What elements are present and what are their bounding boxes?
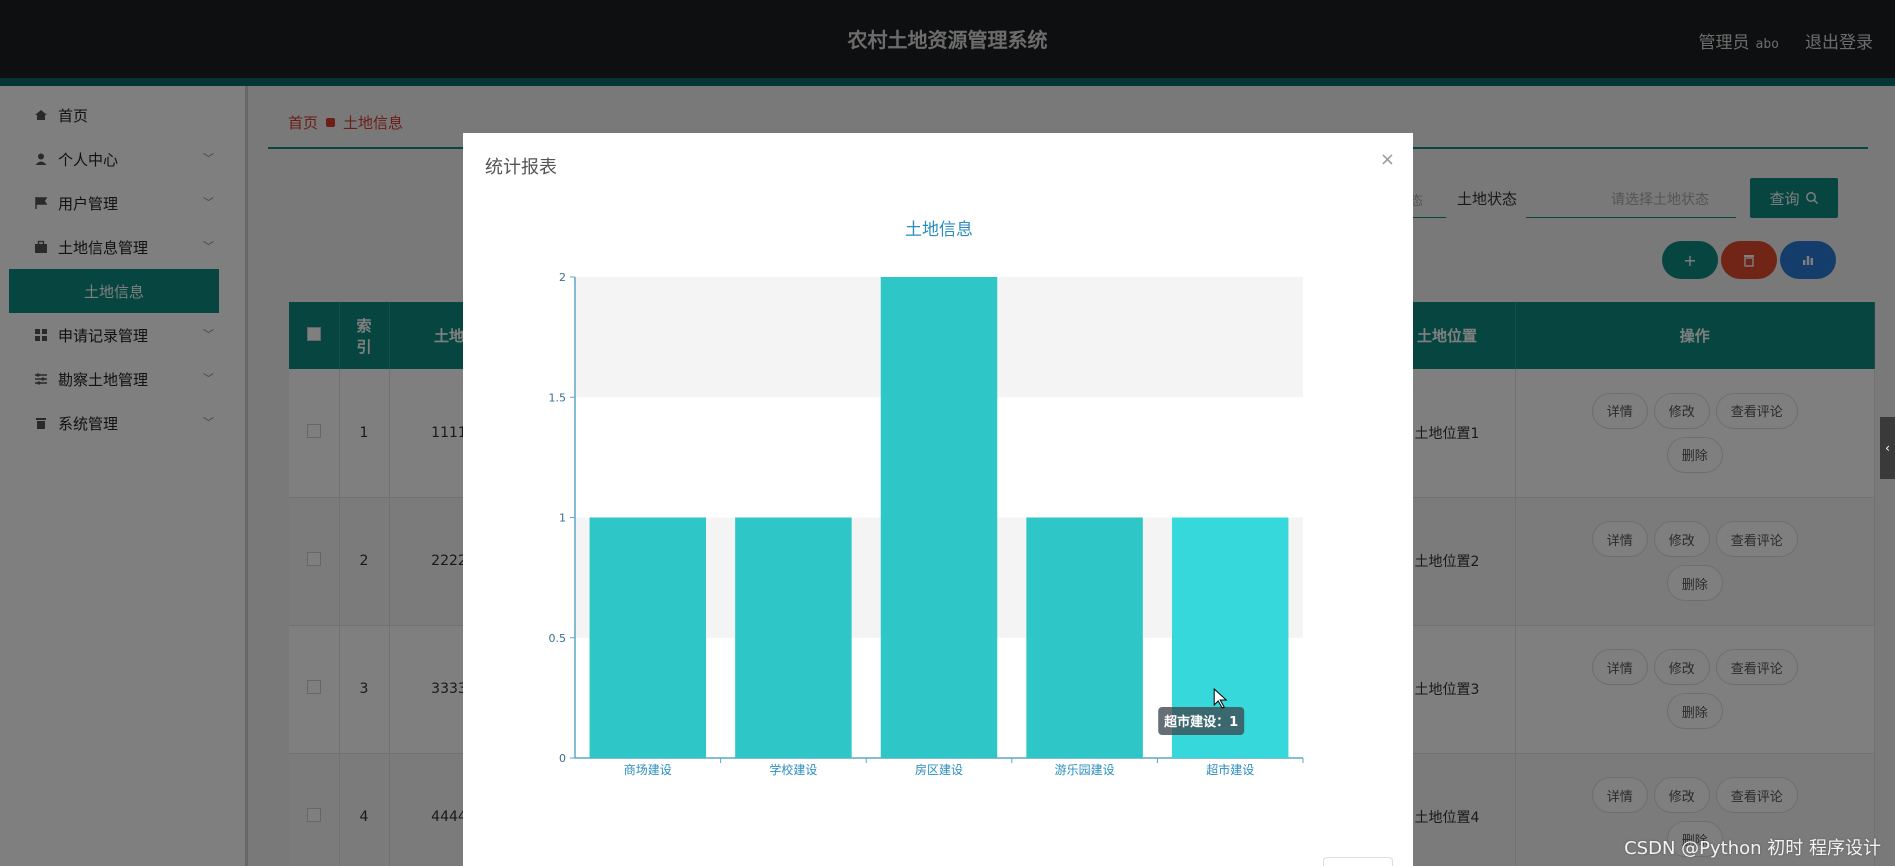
x-tick-label: 学校建设 — [769, 762, 817, 777]
bar — [735, 517, 852, 758]
y-tick-label: 0 — [559, 752, 566, 765]
y-tick-label: 1 — [559, 512, 566, 525]
side-collapse-tab[interactable]: ‹ — [1880, 417, 1895, 479]
chart-title: 土地信息 — [905, 220, 973, 240]
bar — [880, 277, 998, 758]
bar — [589, 517, 707, 758]
bar — [1026, 517, 1143, 758]
chevron-left-icon: ‹ — [1885, 441, 1890, 455]
statistics-modal: 统计报表 × 土地信息 0 0.5 1 1.5 2 商场建设 学校建设 房区建设 游乐园建设 超市建… — [463, 133, 1413, 866]
x-tick-label: 游乐园建设 — [1055, 763, 1115, 777]
y-tick-label: 0.5 — [549, 632, 567, 645]
x-tick-label: 商场建设 — [624, 762, 672, 777]
y-tick-label: 1.5 — [549, 391, 567, 404]
x-tick-label: 超市建设 — [1206, 762, 1254, 777]
modal-footer-button[interactable] — [1323, 857, 1393, 866]
x-tick-label: 房区建设 — [915, 762, 963, 777]
watermark: CSDN @Python 初时 程序设计 — [1624, 838, 1881, 859]
bar-chart: 土地信息 0 0.5 1 1.5 2 商场建设 学校建设 房区建设 游乐园建设 超市建设 超市建设：1 — [549, 220, 1304, 777]
y-tick-label: 2 — [559, 271, 566, 284]
chart-tooltip-text: 超市建设：1 — [1164, 714, 1238, 730]
